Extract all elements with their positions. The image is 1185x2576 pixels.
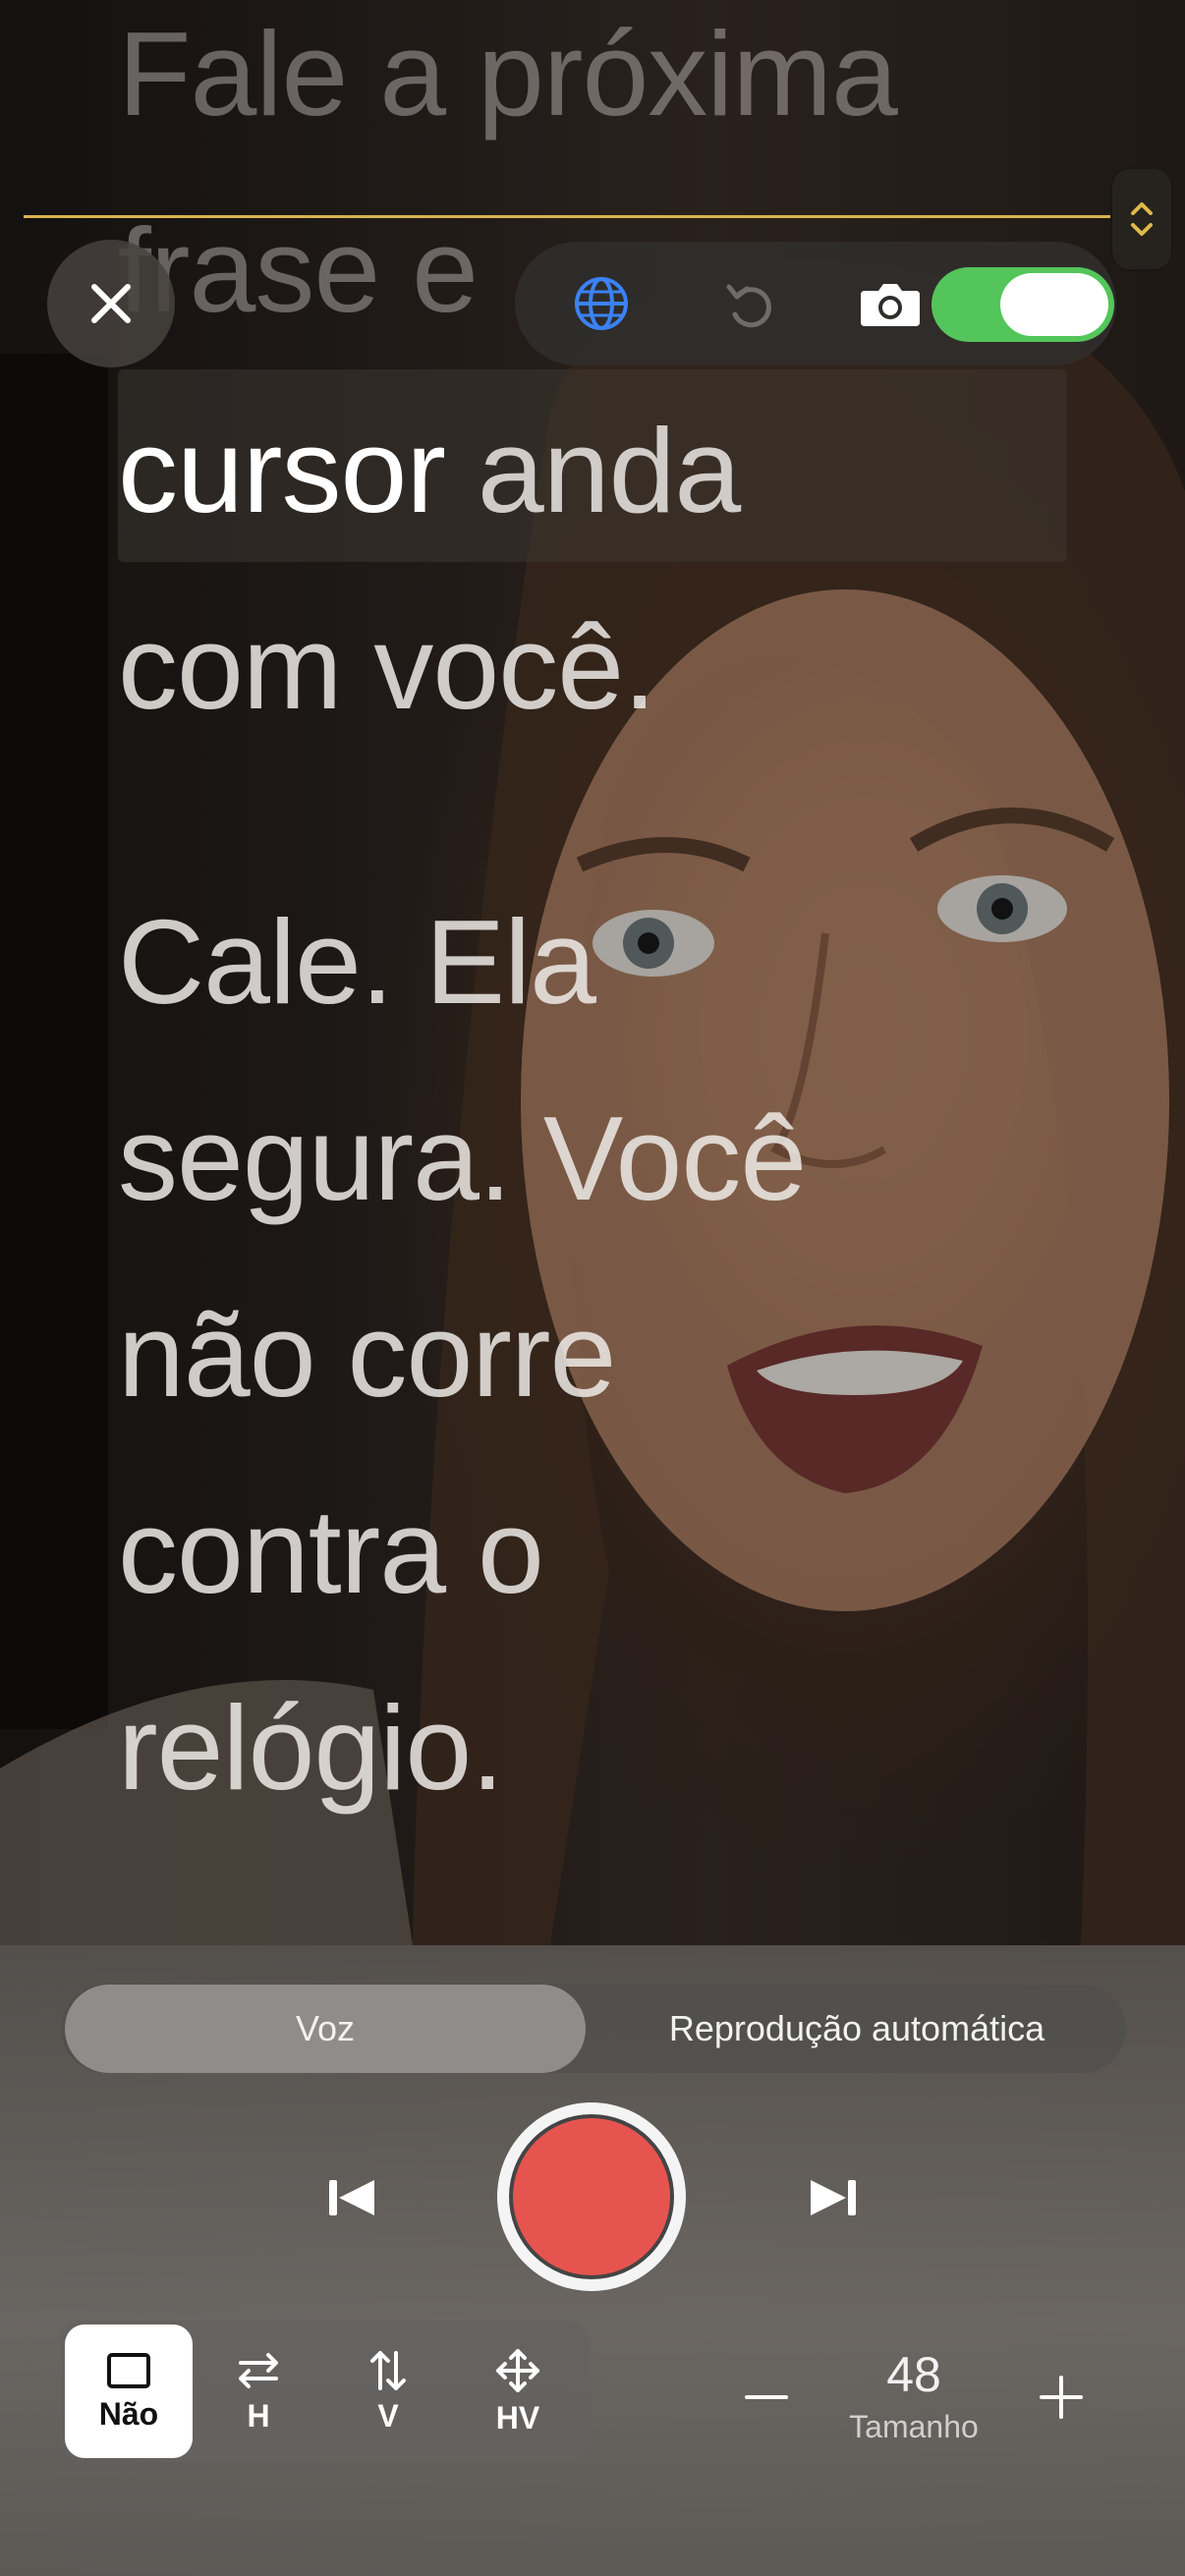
script-line-5: Cale. Ela: [118, 895, 596, 1029]
script-line-4: com você.: [118, 600, 656, 734]
language-button[interactable]: [550, 242, 652, 365]
mirror-both-button[interactable]: HV: [454, 2324, 582, 2458]
mirror-options: Não H V HV: [59, 2321, 590, 2462]
active-script-line: cursor anda: [118, 411, 741, 531]
size-label: Tamanho: [849, 2409, 979, 2444]
record-button[interactable]: [497, 2102, 686, 2291]
script-line-8: contra o: [118, 1484, 544, 1618]
undo-button[interactable]: [698, 242, 800, 365]
script-line-6: segura. Você: [118, 1092, 807, 1225]
move-arrows-icon: [496, 2348, 539, 2392]
cursor-word: cursor: [118, 404, 446, 537]
mode-segmented-control: Voz Reprodução automática: [61, 1985, 1126, 2073]
mode-option-voice[interactable]: Voz: [65, 1985, 586, 2073]
next-button[interactable]: [794, 2161, 873, 2234]
mirror-horizontal-button[interactable]: H: [195, 2324, 322, 2458]
script-line-7: não corre: [118, 1288, 616, 1422]
guide-drag-handle[interactable]: [1110, 167, 1173, 271]
camera-button[interactable]: [839, 242, 941, 365]
mode-option-autoplay[interactable]: Reprodução automática: [592, 1985, 1122, 2073]
undo-icon: [726, 284, 771, 328]
decrease-size-button[interactable]: [735, 2366, 798, 2429]
close-icon: [91, 284, 131, 323]
reading-guide-line[interactable]: [24, 215, 1110, 218]
mirror-none-button[interactable]: Não: [65, 2324, 193, 2458]
horizontal-arrows-icon: [239, 2352, 278, 2388]
script-line-9: relógio.: [118, 1681, 504, 1815]
mirror-none-label: Não: [98, 2395, 159, 2432]
previous-button[interactable]: [312, 2161, 391, 2234]
top-toolbar: [515, 242, 1116, 365]
plus-icon: [1040, 2376, 1083, 2419]
square-icon: [107, 2352, 150, 2388]
mirror-vertical-button[interactable]: V: [324, 2324, 452, 2458]
close-button[interactable]: [47, 240, 175, 367]
mirror-horizontal-label: H: [247, 2397, 270, 2434]
chevron-updown-icon: [1131, 202, 1153, 236]
mirror-both-label: HV: [495, 2399, 540, 2436]
camera-icon: [861, 284, 920, 326]
record-icon: [509, 2114, 674, 2279]
vertical-arrows-icon: [370, 2350, 406, 2390]
minus-icon: [745, 2395, 788, 2399]
toggle-knob: [1000, 273, 1108, 336]
mirror-vertical-label: V: [377, 2397, 399, 2434]
skip-forward-icon: [811, 2180, 856, 2215]
globe-icon: [575, 277, 628, 330]
camera-toggle[interactable]: [931, 267, 1114, 342]
size-value: 48: [886, 2347, 941, 2402]
skip-back-icon: [329, 2180, 374, 2215]
script-line-1: Fale a próxima: [118, 7, 898, 140]
active-line-rest: anda: [444, 404, 741, 537]
increase-size-button[interactable]: [1030, 2366, 1093, 2429]
